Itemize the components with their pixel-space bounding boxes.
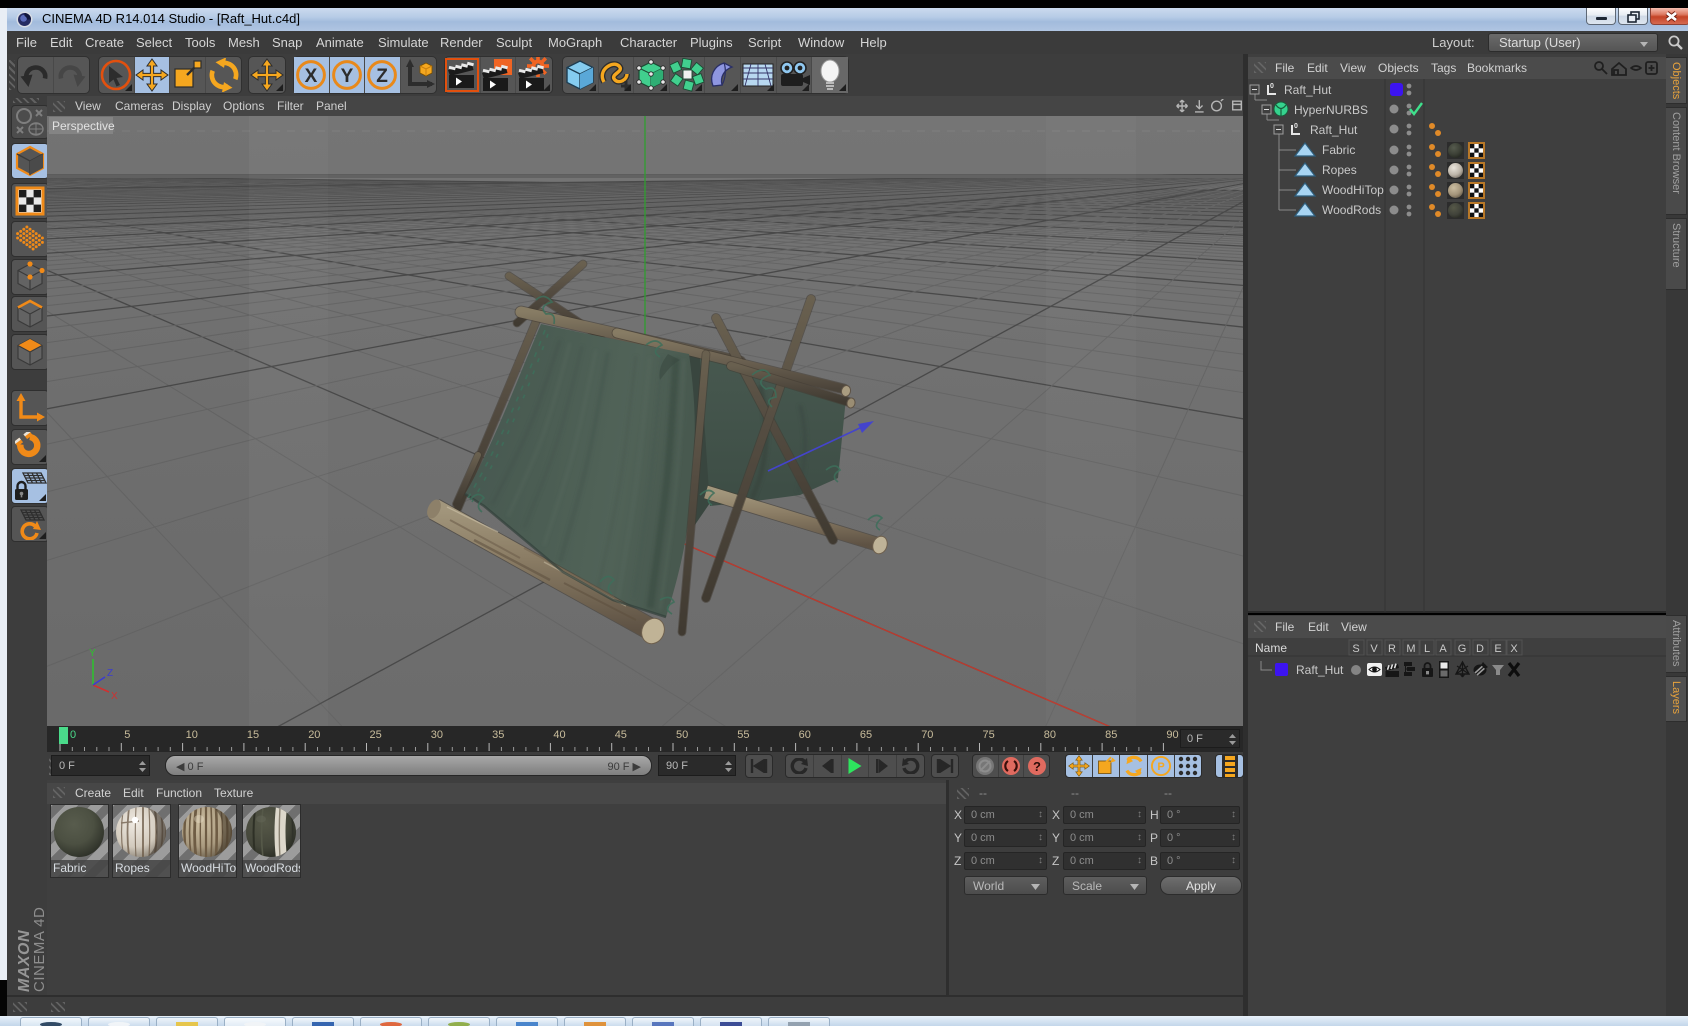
svg-text:80: 80	[1044, 729, 1056, 741]
svg-text:D: D	[1476, 643, 1484, 655]
svg-text:85: 85	[1105, 729, 1117, 741]
svg-text:0: 0	[1270, 83, 1274, 90]
svg-text:25: 25	[370, 729, 382, 741]
svg-text:50: 50	[676, 729, 688, 741]
svg-text:X: X	[1510, 643, 1518, 655]
svg-text:Y: Y	[89, 648, 96, 659]
svg-text:Z: Z	[107, 668, 113, 679]
svg-text:45: 45	[615, 729, 627, 741]
svg-text:5: 5	[124, 729, 130, 741]
svg-text:Raft_Hut: Raft_Hut	[1296, 663, 1344, 677]
svg-text:Ropes: Ropes	[1322, 163, 1357, 177]
svg-text:X: X	[305, 66, 318, 87]
svg-text:R: R	[1388, 643, 1396, 655]
svg-text:90: 90	[1166, 729, 1178, 741]
svg-text:65: 65	[860, 729, 872, 741]
svg-text:V: V	[1370, 643, 1378, 655]
svg-text:40: 40	[553, 729, 565, 741]
svg-text:70: 70	[921, 729, 933, 741]
svg-text:WoodHiTop: WoodHiTop	[1322, 183, 1384, 197]
svg-text:Z: Z	[377, 66, 389, 87]
svg-text:M: M	[1406, 643, 1415, 655]
svg-text:Fabric: Fabric	[1322, 143, 1355, 157]
svg-text:15: 15	[247, 729, 259, 741]
svg-text:0: 0	[1294, 123, 1298, 130]
svg-text:0: 0	[70, 729, 76, 741]
svg-text:35: 35	[492, 729, 504, 741]
svg-text:20: 20	[308, 729, 320, 741]
svg-text:P: P	[1157, 761, 1164, 773]
svg-text:55: 55	[737, 729, 749, 741]
svg-text:30: 30	[431, 729, 443, 741]
svg-text:10: 10	[186, 729, 198, 741]
svg-text:Raft_Hut: Raft_Hut	[1310, 123, 1358, 137]
svg-text:?: ?	[1033, 759, 1041, 774]
svg-text:75: 75	[983, 729, 995, 741]
svg-text:E: E	[1494, 643, 1501, 655]
svg-text:Perspective: Perspective	[52, 119, 115, 133]
svg-text:Name: Name	[1255, 641, 1287, 655]
svg-text:A: A	[1439, 643, 1447, 655]
svg-text:HyperNURBS: HyperNURBS	[1294, 103, 1368, 117]
svg-text:G: G	[1458, 643, 1467, 655]
svg-text:X: X	[111, 691, 118, 702]
svg-text:S: S	[1352, 643, 1359, 655]
svg-text:WoodRods: WoodRods	[1322, 203, 1381, 217]
svg-text:Raft_Hut: Raft_Hut	[1284, 83, 1332, 97]
svg-text:60: 60	[799, 729, 811, 741]
svg-text:Y: Y	[341, 66, 354, 87]
svg-text:L: L	[1424, 643, 1430, 655]
